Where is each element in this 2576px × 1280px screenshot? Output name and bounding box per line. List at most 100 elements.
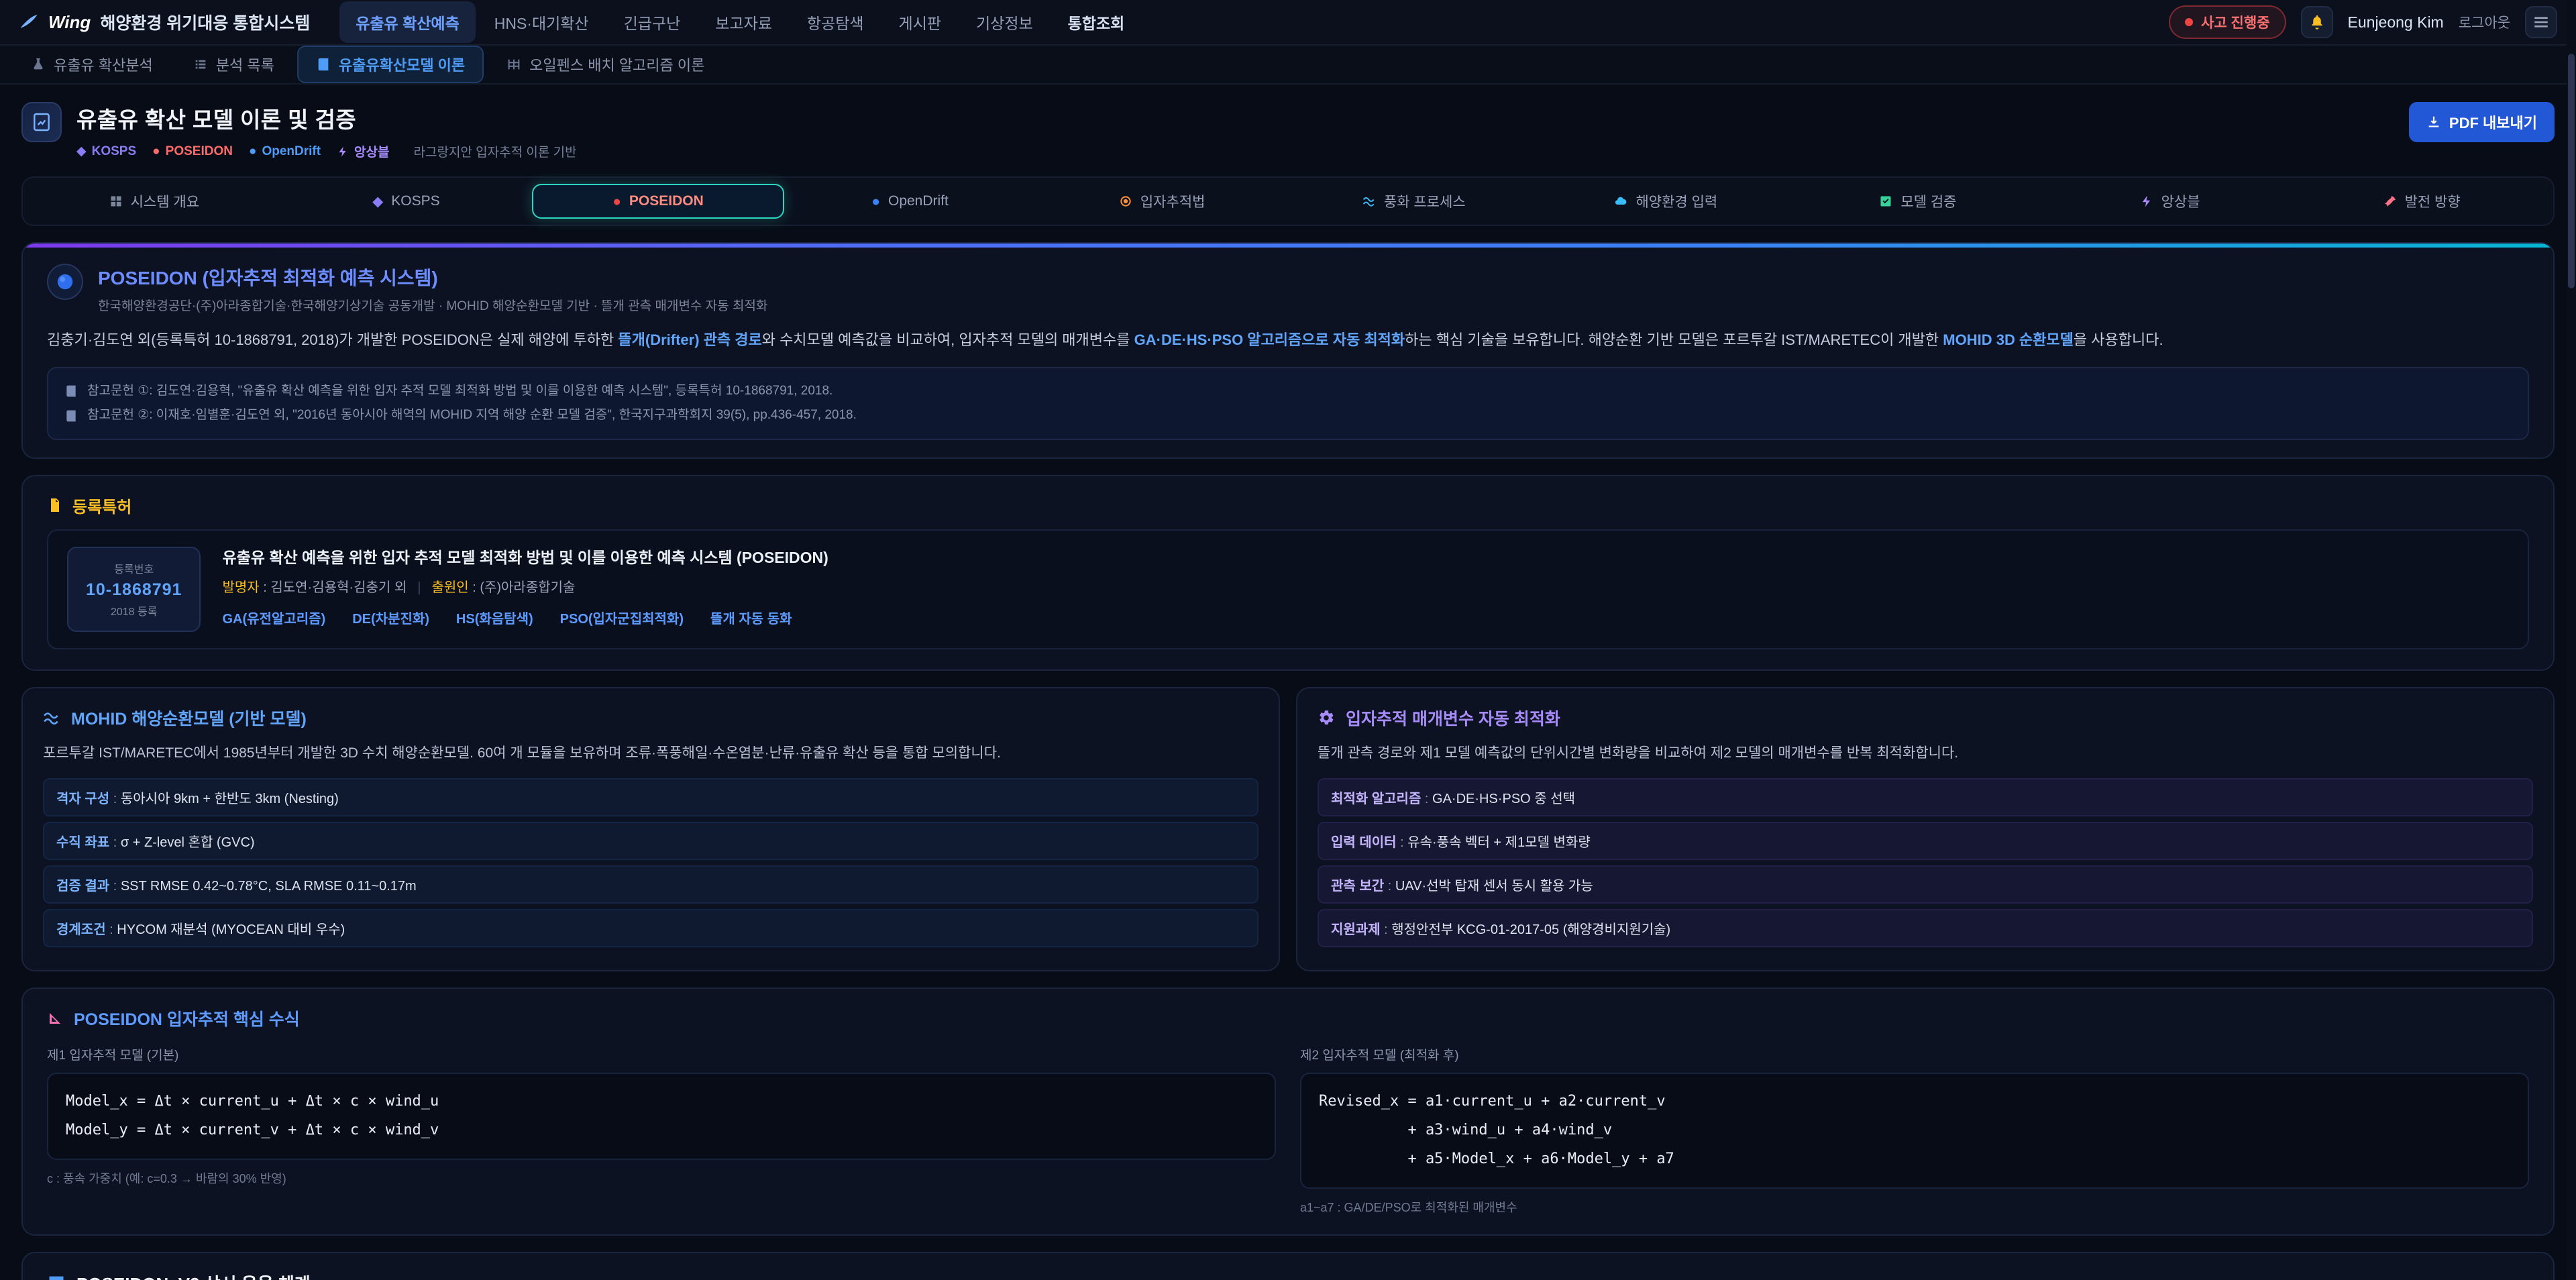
dot-icon: ● — [612, 195, 621, 209]
optimization-card-title: 입자추적 매개변수 자동 최적화 — [1318, 706, 2533, 730]
check-icon — [1879, 195, 1892, 208]
section-tab-roadmap[interactable]: 발전 방향 — [2296, 182, 2548, 221]
scrollbar-thumb[interactable] — [2568, 54, 2575, 288]
logout-button[interactable]: 로그아웃 — [2459, 12, 2510, 32]
patent-info: 유출유 확산 예측을 위한 입자 추적 모델 최적화 방법 및 이를 이용한 예… — [222, 547, 828, 627]
incident-status-label: 사고 진행중 — [2201, 12, 2269, 32]
formula-2-caption: a1~a7 : GA/DE/PSO로 최적화된 매개변수 — [1300, 1198, 2529, 1216]
formula-2-code: Revised_x = a1·current_u + a2·current_v … — [1300, 1073, 2529, 1189]
spec-row: 수직 좌표σ + Z-level 혼합 (GVC) — [43, 822, 1258, 860]
tag-ga: GA(유전알고리즘) — [222, 608, 325, 627]
formula-model-2: 제2 입자추적 모델 (최적화 후) Revised_x = a1·curren… — [1300, 1045, 2529, 1216]
formula-1-caption: c : 풍속 가중치 (예: c=0.3 → 바람의 30% 반영) — [47, 1169, 1276, 1187]
document-icon — [47, 497, 63, 513]
nav-item-aerial[interactable]: 항공탐색 — [791, 1, 880, 43]
references-box: 참고문헌 ①: 김도연·김용혁, "유출유 확산 예측을 위한 입자 추적 모델… — [47, 367, 2529, 439]
nav-item-rescue[interactable]: 긴급구난 — [608, 1, 697, 43]
mohid-description: 포르투갈 IST/MARETEC에서 1985년부터 개발한 3D 수치 해양순… — [43, 742, 1258, 765]
wave-icon — [43, 709, 60, 727]
lightning-icon — [2140, 195, 2153, 208]
section-tab-validation[interactable]: 모델 검증 — [1792, 182, 2044, 221]
optimization-card: 입자추적 매개변수 자동 최적화 뜰개 관측 경로와 제1 모델 예측값의 단위… — [1296, 687, 2555, 972]
nav-item-board[interactable]: 게시판 — [883, 1, 957, 43]
registration-number-label: 등록번호 — [86, 560, 182, 576]
planet-icon — [47, 264, 83, 300]
poseidon-section-subtitle: 한국해양환경공단·(주)아라종합기술·한국해양기상기술 공동개발 · MOHID… — [98, 296, 767, 314]
formula-1-code: Model_x = Δt × current_u + Δt × c × wind… — [47, 1073, 1276, 1160]
incident-status-badge: 사고 진행중 — [2169, 5, 2286, 39]
target-icon — [1119, 195, 1132, 208]
patent-algorithm-tags: GA(유전알고리즘) DE(차분진화) HS(화음탐색) PSO(입자군집최적화… — [222, 608, 828, 627]
dot-icon: ● — [152, 144, 160, 159]
nav-item-reports[interactable]: 보고자료 — [699, 1, 788, 43]
section-tab-poseidon[interactable]: ● POSEIDON — [532, 184, 784, 219]
meta-divider: | — [417, 580, 421, 595]
applicant-value: (주)아라종합기술 — [480, 580, 575, 595]
brand[interactable]: Wing 해양환경 위기대응 통합시스템 — [19, 10, 310, 34]
section-tab-overview[interactable]: 시스템 개요 — [28, 182, 280, 221]
hamburger-menu-button[interactable] — [2525, 6, 2557, 38]
download-icon — [2426, 115, 2441, 129]
dot-icon: ● — [249, 144, 256, 159]
two-column-section: MOHID 해양순환모델 (기반 모델) 포르투갈 IST/MARETEC에서 … — [21, 687, 2555, 972]
brand-title: 해양환경 위기대응 통합시스템 — [100, 10, 310, 34]
nav-right: 사고 진행중 Eunjeong Kim 로그아웃 — [2169, 5, 2557, 39]
highlight-mohid: MOHID 3D 순환모델 — [1943, 331, 2074, 348]
patent-card-header: 등록특허 — [23, 476, 2553, 529]
nav-item-integrated-search[interactable]: 통합조회 — [1052, 1, 1141, 43]
nav-item-hns[interactable]: HNS·대기확산 — [478, 1, 605, 43]
diamond-icon: ◆ — [372, 195, 383, 209]
reference-1: 참고문헌 ①: 김도연·김용혁, "유출유 확산 예측을 위한 입자 추적 모델… — [64, 379, 2512, 403]
spec-row: 격자 구성동아시아 9km + 한반도 3km (Nesting) — [43, 778, 1258, 816]
hamburger-icon — [2532, 13, 2550, 31]
section-tab-opendrift[interactable]: ● OpenDrift — [784, 184, 1036, 219]
registration-number: 10-1868791 — [86, 580, 182, 600]
formula-model-1: 제1 입자추적 모델 (기본) Model_x = Δt × current_u… — [47, 1045, 1276, 1216]
model-doc-icon — [21, 102, 62, 142]
tag-pso: PSO(입자군집최적화) — [560, 608, 684, 627]
section-tab-ensemble[interactable]: 앙상블 — [2044, 182, 2296, 221]
highlight-drifter: 뜰개(Drifter) 관측 경로 — [618, 331, 761, 348]
poseidon-intro-card: POSEIDON (입자추적 최적화 예측 시스템) 한국해양환경공단·(주)아… — [21, 242, 2555, 459]
poseidon-description: 김충기·김도연 외(등록특허 10-1868791, 2018)가 개발한 PO… — [47, 327, 2529, 352]
tab-spill-analysis[interactable]: 유출유 확산분석 — [13, 47, 170, 82]
tab-boom-algorithm-theory[interactable]: 오일펜스 배치 알고리즘 이론 — [489, 47, 722, 82]
book-icon — [64, 409, 78, 423]
spec-row: 관측 보간UAV·선박 탑재 센서 동시 활용 가능 — [1318, 865, 2533, 904]
badge-row: ◆KOSPS ●POSEIDON ●OpenDrift 앙상블 라그랑지안 입자… — [76, 142, 577, 160]
notifications-button[interactable] — [2301, 6, 2333, 38]
tab-label: 분석 목록 — [216, 54, 274, 75]
section-tab-ocean-input[interactable]: 해양환경 입력 — [1540, 182, 1792, 221]
section-tab-weathering[interactable]: 풍화 프로세스 — [1288, 182, 1540, 221]
patent-title: 유출유 확산 예측을 위한 입자 추적 모델 최적화 방법 및 이를 이용한 예… — [222, 547, 828, 568]
nav-item-oil-spill[interactable]: 유출유 확산예측 — [339, 1, 476, 43]
reference-2: 참고문헌 ②: 이재호·임별훈·김도연 외, "2016년 동아시아 해역의 M… — [64, 403, 2512, 427]
tab-label: 오일펜스 배치 알고리즘 이론 — [529, 54, 704, 75]
page-scrollbar[interactable] — [2567, 0, 2576, 1280]
applicant-label: 출원인 — [431, 580, 480, 595]
tab-bar: 유출유 확산분석 분석 목록 유출유확산모델 이론 오일펜스 배치 알고리즘 이… — [0, 46, 2576, 85]
set-square-icon — [47, 1010, 63, 1026]
ensemble-badge: 앙상블 — [337, 142, 389, 160]
section-tab-kosps[interactable]: ◆ KOSPS — [280, 184, 533, 219]
page-title: 유출유 확산 모델 이론 및 검증 — [76, 102, 577, 134]
alert-dot-icon — [2185, 18, 2193, 26]
spec-row: 최적화 알고리즘GA·DE·HS·PSO 중 선택 — [1318, 778, 2533, 816]
patent-detail: 등록번호 10-1868791 2018 등록 유출유 확산 예측을 위한 입자… — [47, 529, 2529, 649]
tab-label: 유출유확산모델 이론 — [339, 54, 465, 75]
nav-item-weather[interactable]: 기상정보 — [960, 1, 1049, 43]
boom-barrier-icon — [506, 57, 521, 72]
list-icon — [193, 57, 208, 72]
rocket-icon — [2383, 195, 2397, 208]
formula-card-title: POSEIDON 입자추적 핵심 수식 — [47, 1006, 2529, 1030]
opendrift-badge: ●OpenDrift — [249, 144, 321, 159]
tab-analysis-list[interactable]: 분석 목록 — [176, 47, 292, 82]
tab-model-theory[interactable]: 유출유확산모델 이론 — [297, 46, 484, 83]
bell-icon — [2308, 13, 2326, 31]
registration-year: 2018 등록 — [86, 602, 182, 619]
top-nav: Wing 해양환경 위기대응 통합시스템 유출유 확산예측 HNS·대기확산 긴… — [0, 0, 2576, 46]
pdf-export-button[interactable]: PDF 내보내기 — [2409, 102, 2555, 142]
page-header: 유출유 확산 모델 이론 및 검증 ◆KOSPS ●POSEIDON ●Open… — [0, 85, 2576, 171]
app-window: Wing 해양환경 위기대응 통합시스템 유출유 확산예측 HNS·대기확산 긴… — [0, 0, 2576, 1280]
section-tab-particle-tracking[interactable]: 입자추적법 — [1036, 182, 1288, 221]
